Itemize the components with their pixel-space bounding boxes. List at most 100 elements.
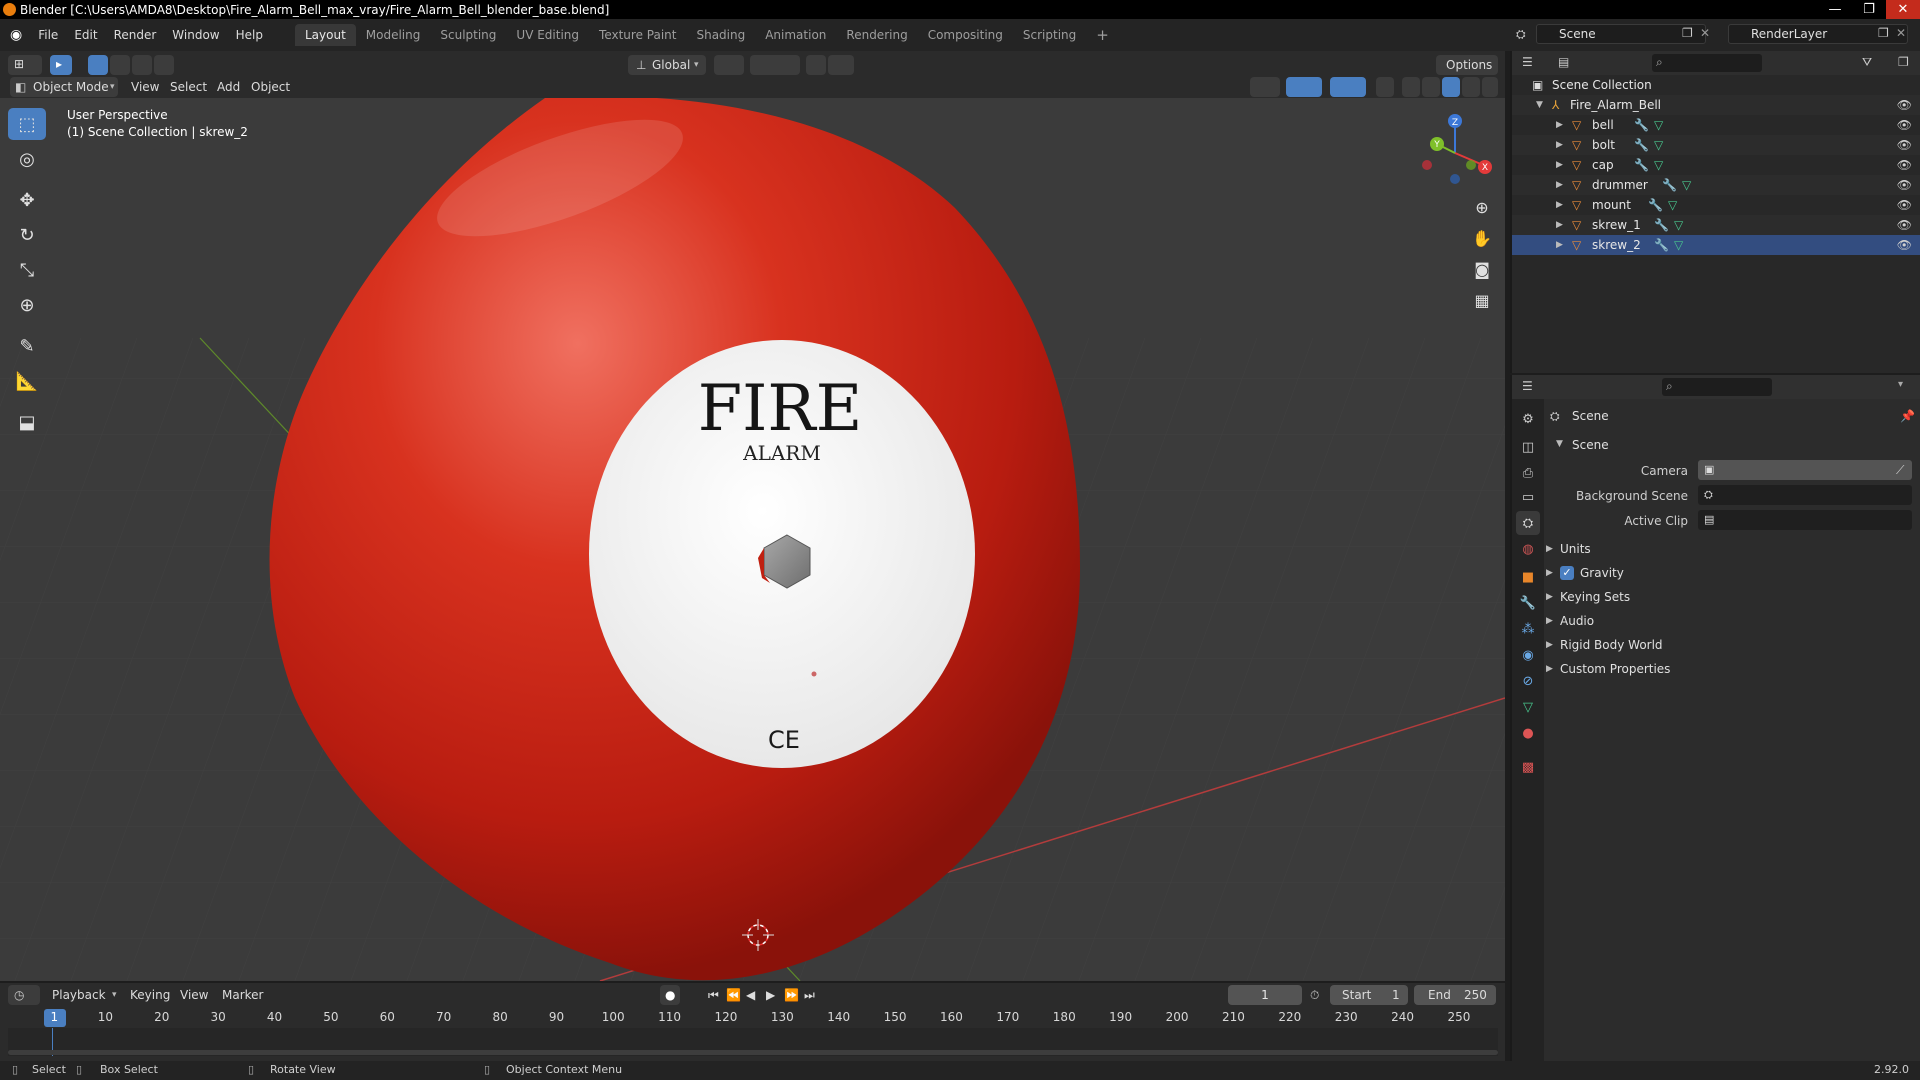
- mesh-data-icon[interactable]: ▽: [1668, 195, 1677, 215]
- display-mode-icon[interactable]: ▤: [1558, 55, 1569, 69]
- move-tool[interactable]: ✥: [8, 184, 46, 216]
- gravity-panel[interactable]: Gravity: [1580, 566, 1624, 580]
- view-layer-tab-icon[interactable]: ▭: [1516, 485, 1540, 509]
- physics-tab-icon[interactable]: ◉: [1516, 643, 1540, 667]
- snap-toggle[interactable]: [750, 55, 800, 75]
- texture-tab-icon[interactable]: ▩: [1516, 755, 1540, 779]
- units-panel[interactable]: Units: [1560, 542, 1591, 556]
- xray-toggle[interactable]: [1376, 77, 1394, 97]
- expand-arrow-icon[interactable]: ▼: [1536, 95, 1543, 115]
- expand-arrow-icon[interactable]: ▶: [1556, 235, 1563, 255]
- tab-compositing[interactable]: Compositing: [918, 24, 1013, 46]
- expand-arrow-icon[interactable]: ▶: [1556, 135, 1563, 155]
- jump-start-button[interactable]: ⏮: [708, 985, 719, 1005]
- camera-view-button[interactable]: ◙: [1468, 255, 1496, 283]
- mesh-data-icon[interactable]: ▽: [1654, 115, 1663, 135]
- mesh-data-icon[interactable]: ▽: [1674, 235, 1683, 255]
- wrench-icon[interactable]: 🔧: [1648, 195, 1663, 215]
- visibility-dropdown[interactable]: [1250, 77, 1280, 97]
- scene-selector[interactable]: Scene: [1536, 24, 1706, 44]
- pivot-point-dropdown[interactable]: [714, 55, 744, 75]
- blender-menu-icon[interactable]: ◉: [0, 24, 30, 46]
- select-mode-invert[interactable]: [154, 55, 174, 75]
- remove-layer-icon[interactable]: ✕: [1896, 26, 1906, 40]
- remove-scene-icon[interactable]: ✕: [1700, 26, 1710, 40]
- annotate-tool[interactable]: ✎: [8, 330, 46, 362]
- mesh-data-icon[interactable]: ▽: [1654, 155, 1663, 175]
- active-clip-field[interactable]: [1698, 510, 1912, 530]
- outliner-editor-type-icon[interactable]: ☰: [1522, 55, 1533, 69]
- tab-sculpting[interactable]: Sculpting: [430, 24, 506, 46]
- proportional-falloff-dropdown[interactable]: [828, 55, 854, 75]
- outliner-row-fire-alarm-bell[interactable]: ▼ ⅄ Fire_Alarm_Bell 👁: [1512, 95, 1920, 115]
- world-tab-icon[interactable]: ◍: [1516, 537, 1540, 561]
- camera-field[interactable]: [1698, 460, 1912, 480]
- next-keyframe-button[interactable]: ⏩: [784, 985, 799, 1005]
- menu-window[interactable]: Window: [164, 24, 227, 46]
- constraints-tab-icon[interactable]: ⊘: [1516, 669, 1540, 693]
- subpanel-arrow-icon[interactable]: ▶: [1546, 664, 1553, 674]
- close-button[interactable]: ✕: [1886, 0, 1920, 19]
- outliner-row-bolt[interactable]: ▶ ▽ bolt 🔧 ▽ 👁: [1512, 135, 1920, 155]
- mesh-data-icon[interactable]: ▽: [1654, 135, 1663, 155]
- wrench-icon[interactable]: 🔧: [1654, 235, 1669, 255]
- wrench-icon[interactable]: 🔧: [1634, 135, 1649, 155]
- tab-modeling[interactable]: Modeling: [356, 24, 431, 46]
- pan-button[interactable]: ✋: [1468, 224, 1496, 252]
- tab-uv-editing[interactable]: UV Editing: [506, 24, 589, 46]
- menu-view[interactable]: View: [180, 985, 208, 1005]
- rigid-body-world-panel[interactable]: Rigid Body World: [1560, 638, 1663, 652]
- stopwatch-icon[interactable]: ⏱: [1310, 985, 1319, 1005]
- select-box-tool[interactable]: ⬚: [8, 108, 46, 140]
- eye-icon[interactable]: 👁: [1897, 95, 1912, 115]
- menu-object[interactable]: Object: [251, 77, 290, 97]
- properties-editor-type-icon[interactable]: ☰: [1522, 379, 1533, 393]
- data-tab-icon[interactable]: ▽: [1516, 695, 1540, 719]
- shading-rendered[interactable]: [1462, 77, 1480, 97]
- menu-edit[interactable]: Edit: [66, 24, 105, 46]
- measure-tool[interactable]: 📐: [8, 365, 46, 397]
- wrench-icon[interactable]: 🔧: [1634, 155, 1649, 175]
- object-tab-icon[interactable]: ■: [1516, 565, 1540, 589]
- outliner-row-bell[interactable]: ▶ ▽ bell 🔧 ▽ 👁: [1512, 115, 1920, 135]
- background-scene-field[interactable]: [1698, 485, 1912, 505]
- menu-help[interactable]: Help: [228, 24, 271, 46]
- wrench-icon[interactable]: 🔧: [1634, 115, 1649, 135]
- wrench-icon[interactable]: 🔧: [1654, 215, 1669, 235]
- maximize-button[interactable]: ❐: [1852, 0, 1886, 19]
- add-workspace-button[interactable]: +: [1086, 24, 1119, 46]
- expand-arrow-icon[interactable]: ▶: [1556, 175, 1563, 195]
- pin-icon[interactable]: 📌: [1900, 409, 1915, 423]
- properties-search-input[interactable]: [1662, 378, 1772, 396]
- new-layer-icon[interactable]: ❐: [1878, 26, 1889, 40]
- cursor-tool[interactable]: ◎: [8, 143, 46, 175]
- ortho-toggle-button[interactable]: ▦: [1468, 286, 1496, 314]
- tab-layout[interactable]: Layout: [294, 24, 356, 46]
- output-tab-icon[interactable]: ⎙: [1516, 461, 1540, 485]
- modifier-tab-icon[interactable]: 🔧: [1516, 591, 1540, 615]
- tab-texture-paint[interactable]: Texture Paint: [589, 24, 686, 46]
- play-reverse-button[interactable]: ◀: [746, 985, 755, 1005]
- shading-solid[interactable]: [1422, 77, 1440, 97]
- add-cube-tool[interactable]: ⬓: [8, 406, 46, 438]
- minimize-button[interactable]: —: [1818, 0, 1852, 19]
- new-collection-icon[interactable]: ❐: [1898, 55, 1909, 69]
- outliner-row-skrew-2[interactable]: ▶ ▽ skrew_2 🔧 ▽ 👁: [1512, 235, 1920, 255]
- rotate-tool[interactable]: ↻: [8, 219, 46, 251]
- timeline-ruler[interactable]: 1 10 20 30 40 50 60 70 80 90 100 110 120 130 140 150 160…: [8, 1008, 1498, 1028]
- jump-end-button[interactable]: ⏭: [804, 985, 815, 1005]
- gravity-checkbox[interactable]: ✓: [1560, 566, 1574, 580]
- outliner-row-scene-collection[interactable]: ▣ Scene Collection: [1512, 75, 1920, 95]
- menu-add[interactable]: Add: [217, 77, 240, 97]
- audio-panel[interactable]: Audio: [1560, 614, 1594, 628]
- select-mode-subtract[interactable]: [132, 55, 152, 75]
- overlay-toggle[interactable]: [1330, 77, 1366, 97]
- material-tab-icon[interactable]: ●: [1516, 721, 1540, 745]
- scale-tool[interactable]: ⤡: [8, 254, 46, 286]
- proportional-edit-toggle[interactable]: [806, 55, 826, 75]
- gizmo-toggle[interactable]: [1286, 77, 1322, 97]
- outliner-row-drummer[interactable]: ▶ ▽ drummer 🔧 ▽ 👁: [1512, 175, 1920, 195]
- shading-wireframe[interactable]: [1402, 77, 1420, 97]
- new-scene-icon[interactable]: ❐: [1682, 26, 1693, 40]
- custom-properties-panel[interactable]: Custom Properties: [1560, 662, 1670, 676]
